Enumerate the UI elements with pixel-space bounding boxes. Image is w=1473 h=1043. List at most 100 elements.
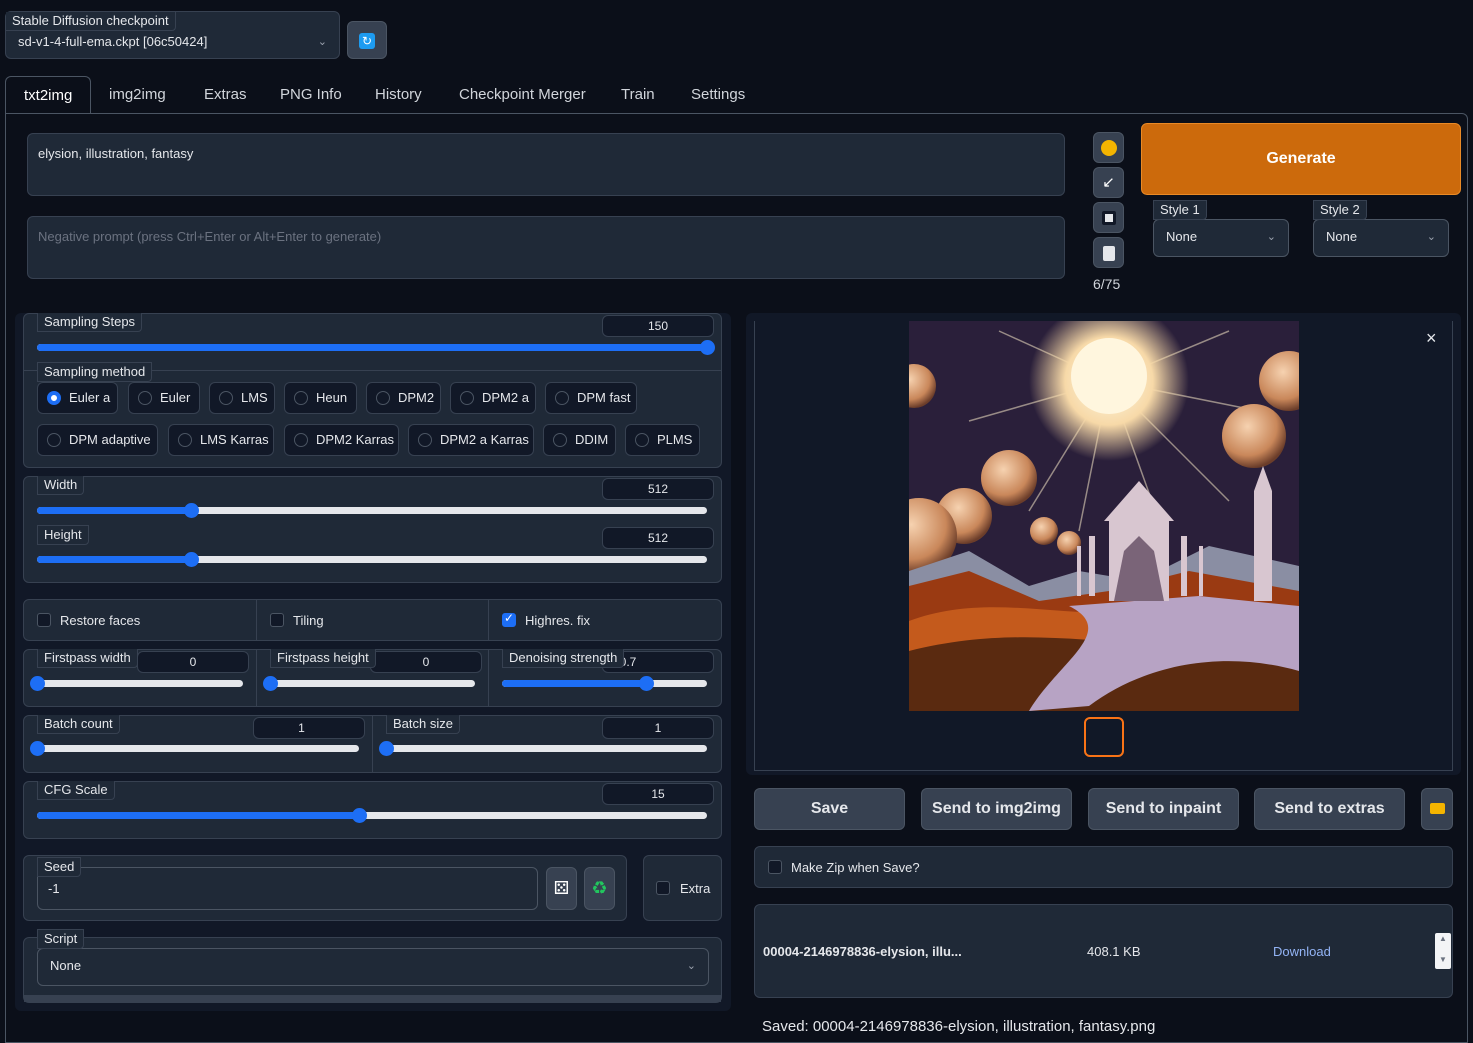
thumbnail-selected[interactable] (1084, 717, 1124, 757)
width-input[interactable]: 512 (602, 478, 714, 500)
checkbox-box[interactable] (656, 881, 670, 895)
batch-size-slider[interactable] (379, 741, 707, 756)
sampler-euler[interactable]: Euler (128, 382, 200, 414)
sampler-label: DPM2 a (482, 390, 529, 405)
sampling-steps-input[interactable]: 150 (602, 315, 714, 337)
tab-checkpoint-merger[interactable]: Checkpoint Merger (441, 76, 604, 114)
send-to-img2img-button[interactable]: Send to img2img (921, 788, 1072, 830)
highres-fix-label: Highres. fix (525, 613, 591, 628)
batch-count-slider[interactable] (30, 741, 359, 756)
sampler-dpm2[interactable]: DPM2 (366, 382, 441, 414)
sampling-steps-label: Sampling Steps (37, 313, 143, 332)
recycle-icon: ♻ (591, 878, 608, 898)
radio-dot (376, 391, 390, 405)
height-input[interactable]: 512 (602, 527, 714, 549)
seed-label: Seed (37, 857, 82, 877)
seed-input[interactable]: -1 (37, 867, 538, 910)
style1-select[interactable]: None ⌄ (1153, 219, 1289, 257)
slider-thumb[interactable] (184, 552, 200, 567)
sampling-steps-slider[interactable] (37, 340, 715, 355)
radio-dot (178, 433, 192, 447)
prompt-input[interactable]: elysion, illustration, fantasy (27, 133, 1065, 196)
slider-thumb[interactable] (351, 808, 367, 823)
style2-select[interactable]: None ⌄ (1313, 219, 1449, 257)
sampler-ddim[interactable]: DDIM (543, 424, 616, 456)
download-link[interactable]: Download (1273, 944, 1331, 959)
sampler-dpm-fast[interactable]: DPM fast (545, 382, 637, 414)
random-seed-button[interactable]: ⚄ (546, 867, 577, 910)
apply-style-button[interactable] (1093, 237, 1124, 268)
sampler-lms[interactable]: LMS (209, 382, 275, 414)
firstpass-width-input[interactable]: 0 (137, 651, 249, 673)
firstpass-width-slider[interactable] (30, 676, 243, 691)
batch-count-input[interactable]: 1 (253, 717, 365, 739)
refresh-checkpoint-button[interactable]: ↻ (347, 21, 387, 59)
checkbox-box[interactable] (270, 613, 284, 627)
extra-checkbox[interactable]: Extra (656, 880, 716, 898)
close-gallery-icon[interactable]: × (1426, 328, 1437, 349)
sampler-plms[interactable]: PLMS (625, 424, 700, 456)
tab-history[interactable]: History (357, 76, 440, 114)
tab-png-info[interactable]: PNG Info (262, 76, 360, 114)
batch-size-input[interactable]: 1 (602, 717, 714, 739)
scroll-down-icon[interactable]: ▼ (1439, 955, 1447, 964)
restore-faces-label: Restore faces (60, 613, 141, 628)
slider-thumb[interactable] (700, 340, 715, 355)
tab-img2img[interactable]: img2img (91, 76, 184, 114)
generated-image[interactable] (909, 321, 1299, 711)
sampler-euler-a[interactable]: Euler a (37, 382, 118, 414)
height-slider[interactable] (37, 552, 707, 567)
save-style-button[interactable] (1093, 202, 1124, 233)
scroll-up-icon[interactable]: ▲ (1439, 934, 1447, 943)
save-button[interactable]: Save (754, 788, 905, 830)
paste-params-button[interactable]: ↙ (1093, 167, 1124, 198)
open-folder-button[interactable] (1421, 788, 1453, 830)
sampler-lms-karras[interactable]: LMS Karras (168, 424, 274, 456)
chevron-down-icon: ⌄ (1266, 231, 1276, 243)
file-name: 00004-2146978836-elysion, illu... (763, 944, 962, 959)
tab-extras[interactable]: Extras (186, 76, 265, 114)
scroll-strip (24, 995, 721, 1002)
seed-value: -1 (48, 881, 60, 896)
tab-settings[interactable]: Settings (673, 76, 763, 114)
highres-fix-checkbox[interactable]: ✓ Highres. fix (502, 611, 702, 630)
sampler-dpm2-karras[interactable]: DPM2 Karras (284, 424, 399, 456)
restore-faces-checkbox[interactable]: Restore faces (37, 612, 237, 630)
checkpoint-select[interactable]: sd-v1-4-full-ema.ckpt [06c50424] ⌄ (6, 30, 339, 58)
scrollbar[interactable]: ▲ ▼ (1435, 933, 1451, 969)
slider-thumb[interactable] (638, 676, 654, 691)
send-to-extras-button[interactable]: Send to extras (1254, 788, 1405, 830)
reuse-seed-button[interactable]: ♻ (584, 867, 615, 910)
radio-dot (138, 391, 152, 405)
interrogate-button[interactable] (1093, 132, 1124, 163)
slider-thumb[interactable] (263, 676, 278, 691)
cfg-scale-input[interactable]: 15 (602, 783, 714, 805)
width-slider[interactable] (37, 503, 707, 518)
slider-thumb[interactable] (379, 741, 394, 756)
slider-thumb[interactable] (30, 741, 45, 756)
script-select[interactable]: None ⌄ (37, 948, 709, 986)
tab-train[interactable]: Train (603, 76, 673, 114)
checkbox-box[interactable] (768, 860, 782, 874)
slider-thumb[interactable] (184, 503, 200, 518)
sampler-heun[interactable]: Heun (284, 382, 357, 414)
checkbox-box[interactable] (37, 613, 51, 627)
make-zip-checkbox[interactable]: Make Zip when Save? (768, 859, 1018, 877)
generate-button[interactable]: Generate (1141, 123, 1461, 195)
send-to-inpaint-button[interactable]: Send to inpaint (1088, 788, 1239, 830)
tiling-checkbox[interactable]: Tiling (270, 612, 470, 630)
tab-txt2img[interactable]: txt2img (5, 76, 92, 114)
firstpass-height-slider[interactable] (263, 676, 475, 691)
token-counter: 6/75 (1093, 276, 1121, 292)
firstpass-height-label: Firstpass height (270, 649, 376, 668)
slider-thumb[interactable] (30, 676, 45, 691)
cfg-scale-slider[interactable] (37, 808, 707, 823)
negative-prompt-input[interactable]: Negative prompt (press Ctrl+Enter or Alt… (27, 216, 1065, 279)
checkbox-box[interactable]: ✓ (502, 611, 516, 627)
sampler-dpm-adaptive[interactable]: DPM adaptive (37, 424, 158, 456)
sampler-label: LMS Karras (200, 432, 269, 447)
sampler-dpm2-a-karras[interactable]: DPM2 a Karras (408, 424, 534, 456)
denoising-slider[interactable] (502, 676, 707, 691)
firstpass-height-input[interactable]: 0 (370, 651, 482, 673)
sampler-dpm2-a[interactable]: DPM2 a (450, 382, 536, 414)
